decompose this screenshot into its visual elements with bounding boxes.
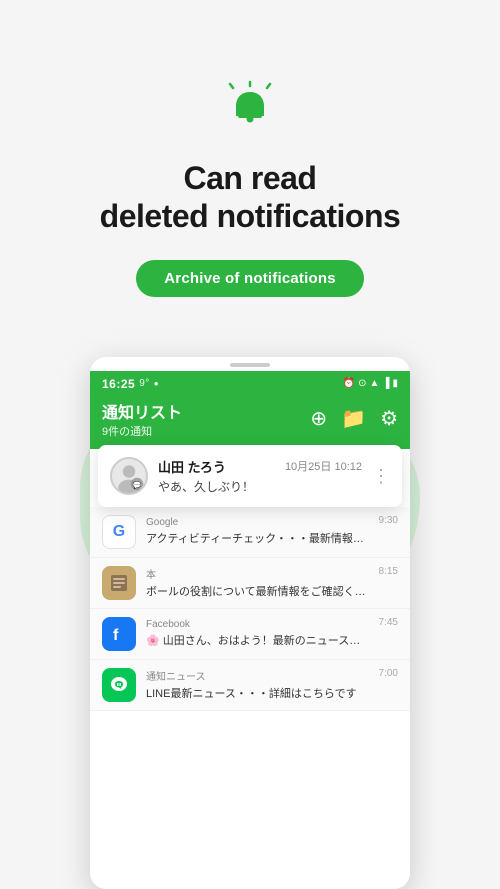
more-menu-button[interactable]: ⋮ <box>372 467 390 485</box>
toolbar-subtitle: 9件の通知 <box>102 423 182 439</box>
notif-text: アクティビティーチェック・・・最新情報をご確認くださ <box>146 530 369 546</box>
sender-name: 山田 たろう <box>158 457 226 476</box>
notif-text: LINE最新ニュース・・・詳細はこちらです <box>146 685 369 701</box>
toolbar-icons: ⊕ 📁 ⚙ <box>310 406 398 431</box>
facebook-app-icon: f <box>102 617 136 651</box>
list-item-content: Facebook 🌸 山田さん、おはよう！最新のニュースをご確認 <box>146 619 369 648</box>
wifi-icon: ▲ <box>369 378 379 389</box>
notification-time: 10月25日 10:12 <box>285 458 362 474</box>
folder-icon[interactable]: 📁 <box>341 406 366 431</box>
time-label: 7:45 <box>379 617 398 628</box>
notification-list: G Google アクティビティーチェック・・・最新情報をご確認くださ 9:30 <box>90 507 410 711</box>
phone-frame: 16:25 9° ● ⏰ ⊙ ▲ ▐ ▮ 通知リスト 9件の通知 ⊕ 📁 ⚙ <box>90 357 410 889</box>
app-name: 通知ニュース <box>146 668 369 683</box>
notification-message: やあ、久しぶり！ <box>158 478 362 495</box>
toolbar-title: 通知リスト <box>102 399 182 423</box>
signal-icon: ▐ <box>382 378 389 389</box>
google-logo: G <box>113 523 125 541</box>
notification-content: 山田 たろう 10月25日 10:12 やあ、久しぶり！ <box>158 457 362 495</box>
svg-text:f: f <box>113 627 119 644</box>
app-name: Google <box>146 517 369 528</box>
globe-icon[interactable]: ⊕ <box>310 406 327 431</box>
avatar: 💬 <box>110 457 148 495</box>
notification-popup: 💬 山田 たろう 10月25日 10:12 やあ、久しぶり！ ⋮ <box>98 445 402 507</box>
phone-section: 16:25 9° ● ⏰ ⊙ ▲ ▐ ▮ 通知リスト 9件の通知 ⊕ 📁 ⚙ <box>0 347 500 889</box>
list-item-content: 本 ボールの役割について最新情報をご確認ください <box>146 566 369 599</box>
temp-indicator: 9° <box>139 378 150 389</box>
list-item[interactable]: G Google アクティビティーチェック・・・最新情報をご確認くださ 9:30 <box>90 507 410 558</box>
svg-text:💬: 💬 <box>133 480 142 489</box>
signal-dot: ● <box>154 379 159 388</box>
bell-icon-wrapper <box>223 80 277 139</box>
status-time: 16:25 9° ● <box>102 377 159 391</box>
drag-handle <box>230 363 270 367</box>
top-section: Can read deleted notifications Archive o… <box>0 0 500 297</box>
time-label: 7:00 <box>379 668 398 679</box>
archive-badge[interactable]: Archive of notifications <box>136 260 364 297</box>
notification-header: 山田 たろう 10月25日 10:12 <box>158 457 362 476</box>
phone-toolbar: 通知リスト 9件の通知 ⊕ 📁 ⚙ <box>90 391 410 449</box>
settings-icon[interactable]: ⚙ <box>380 406 398 431</box>
app-name: 本 <box>146 566 369 581</box>
status-bar: 16:25 9° ● ⏰ ⊙ ▲ ▐ ▮ <box>90 371 410 391</box>
app-name: Facebook <box>146 619 369 630</box>
list-item[interactable]: f Facebook 🌸 山田さん、おはよう！最新のニュースをご確認 7:45 <box>90 609 410 660</box>
alarm-icon: ⏰ <box>343 378 355 389</box>
google-app-icon: G <box>102 515 136 549</box>
headline: Can read deleted notifications <box>100 159 401 236</box>
list-item[interactable]: 本 ボールの役割について最新情報をご確認ください 8:15 <box>90 558 410 609</box>
battery-icon: ▮ <box>392 378 398 389</box>
toolbar-title-group: 通知リスト 9件の通知 <box>102 399 182 439</box>
time-label: 8:15 <box>379 566 398 577</box>
book-app-icon <box>102 566 136 600</box>
list-item[interactable]: 通知ニュース LINE最新ニュース・・・詳細はこちらです 7:00 <box>90 660 410 711</box>
list-item-content: 通知ニュース LINE最新ニュース・・・詳細はこちらです <box>146 668 369 701</box>
cast-icon: ⊙ <box>358 378 366 389</box>
time-label: 9:30 <box>379 515 398 526</box>
status-icons: ⏰ ⊙ ▲ ▐ ▮ <box>343 378 398 389</box>
line-app-icon <box>102 668 136 702</box>
list-item-content: Google アクティビティーチェック・・・最新情報をご確認くださ <box>146 517 369 546</box>
bell-icon <box>223 80 277 134</box>
notif-text: 🌸 山田さん、おはよう！最新のニュースをご確認 <box>146 632 369 648</box>
notif-text: ボールの役割について最新情報をご確認ください <box>146 583 369 599</box>
